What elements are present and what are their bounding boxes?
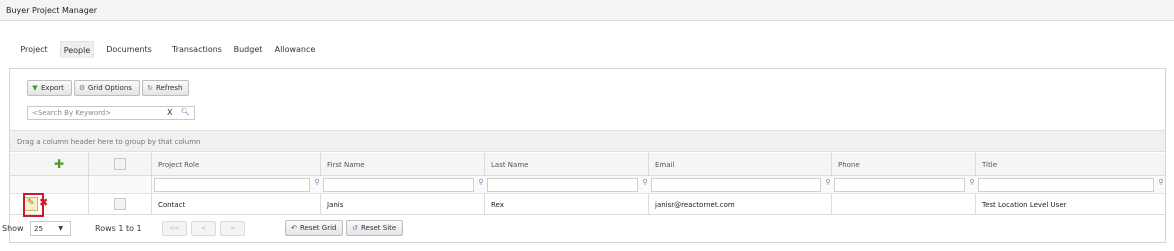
filter-title: ⚲	[976, 176, 1165, 193]
chevron-down-icon: ▼	[58, 225, 63, 232]
row-actions-cell: ✎ ✖	[10, 194, 89, 214]
gear-icon: ⚙	[78, 84, 86, 92]
show-label: Show	[2, 224, 24, 233]
tab-budget[interactable]: Budget	[231, 41, 265, 58]
cell-phone	[832, 194, 976, 214]
filter-input-email[interactable]	[651, 178, 821, 192]
column-header-title[interactable]: Title	[976, 153, 1165, 175]
refresh-icon: ↻	[147, 84, 153, 92]
filter-input-phone[interactable]	[834, 178, 965, 192]
undo-arrow-icon: ↶	[291, 224, 297, 232]
reset-grid-label: Reset Grid	[300, 224, 337, 232]
magnifier-icon[interactable]: 🔍︎	[181, 108, 190, 116]
rows-range-text: Rows 1 to 1	[95, 224, 142, 233]
tab-documents[interactable]: Documents	[99, 41, 159, 58]
filter-spacer-2	[89, 176, 152, 193]
tab-project[interactable]: Project	[18, 41, 50, 58]
reset-icon: ↺	[352, 224, 358, 232]
page-size-value: 25	[34, 225, 43, 233]
cell-title: Test Location Level User	[982, 201, 1067, 209]
filter-email: ⚲	[649, 176, 832, 193]
tab-allowance[interactable]: Allowance	[272, 41, 318, 58]
app-title: Buyer Project Manager	[6, 6, 98, 15]
filter-first-name: ⚲	[321, 176, 485, 193]
filter-input-title[interactable]	[978, 178, 1154, 192]
download-arrow-icon: ▼	[32, 84, 38, 92]
prev-page-button[interactable]: <	[191, 221, 216, 236]
funnel-icon[interactable]: ⚲	[824, 178, 832, 186]
window-title-bar: Buyer Project Manager	[0, 0, 1174, 21]
row-checkbox[interactable]	[114, 198, 126, 210]
edit-highlight-box	[23, 193, 44, 217]
clear-search-button[interactable]: X	[167, 108, 172, 117]
filter-input-last-name[interactable]	[487, 178, 638, 192]
column-header-first-name[interactable]: First Name	[321, 153, 485, 175]
export-button[interactable]: ▼ Export	[27, 80, 72, 96]
row-select-cell	[89, 194, 152, 214]
first-page-button[interactable]: <<	[162, 221, 187, 236]
table-row[interactable]: ✎ ✖ Contact Janis Rex janisr@reactornet.…	[10, 194, 1165, 215]
filter-input-first-name[interactable]	[323, 178, 474, 192]
grid-filter-row: ⚲ ⚲ ⚲ ⚲ ⚲ ⚲	[10, 176, 1165, 194]
cell-last-name: Rex	[485, 194, 649, 214]
filter-phone: ⚲	[832, 176, 976, 193]
grid-footer: Show 25 ▼ Rows 1 to 1 << < > ↶ Reset Grid…	[2, 215, 1165, 241]
reset-site-label: Reset Site	[361, 224, 397, 232]
column-header-phone[interactable]: Phone	[832, 153, 976, 175]
column-header-project-role[interactable]: Project Role	[152, 153, 321, 175]
reset-site-button[interactable]: ↺ Reset Site	[346, 220, 403, 236]
filter-input-project-role[interactable]	[154, 178, 310, 192]
tab-people[interactable]: People	[60, 41, 94, 58]
funnel-icon[interactable]: ⚲	[313, 178, 321, 186]
select-all-checkbox[interactable]	[114, 158, 126, 170]
grid-header-row: ✚ Project Role First Name Last Name Emai…	[10, 153, 1165, 176]
tab-transactions[interactable]: Transactions	[166, 41, 228, 58]
plus-icon[interactable]: ✚	[54, 157, 64, 171]
export-label: Export	[41, 84, 64, 92]
refresh-label: Refresh	[156, 84, 183, 92]
refresh-button[interactable]: ↻ Refresh	[142, 80, 189, 96]
column-header-last-name[interactable]: Last Name	[485, 153, 649, 175]
header-add-cell: ✚	[10, 153, 89, 175]
cell-project-role: Contact	[152, 194, 321, 214]
funnel-icon[interactable]: ⚲	[968, 178, 976, 186]
funnel-icon[interactable]: ⚲	[1157, 178, 1165, 186]
funnel-icon[interactable]: ⚲	[477, 178, 485, 186]
header-select-cell	[89, 153, 152, 175]
search-input[interactable]: <Search By Keyword> X 🔍︎	[27, 106, 195, 120]
search-placeholder: <Search By Keyword>	[32, 109, 112, 117]
page-size-select[interactable]: 25 ▼	[30, 221, 71, 236]
group-hint-text: Drag a column header here to group by th…	[17, 138, 201, 146]
filter-last-name: ⚲	[485, 176, 649, 193]
funnel-icon[interactable]: ⚲	[641, 178, 649, 186]
next-page-button[interactable]: >	[220, 221, 245, 236]
filter-project-role: ⚲	[152, 176, 321, 193]
grid-options-button[interactable]: ⚙ Grid Options	[74, 80, 140, 96]
filter-spacer	[10, 176, 89, 193]
grid-options-label: Grid Options	[88, 84, 132, 92]
column-header-email[interactable]: Email	[649, 153, 832, 175]
cell-email: janisr@reactornet.com	[649, 194, 832, 214]
group-by-drop-area[interactable]: Drag a column header here to group by th…	[10, 130, 1165, 152]
cell-first-name: Janis	[321, 194, 485, 214]
reset-grid-button[interactable]: ↶ Reset Grid	[285, 220, 343, 236]
